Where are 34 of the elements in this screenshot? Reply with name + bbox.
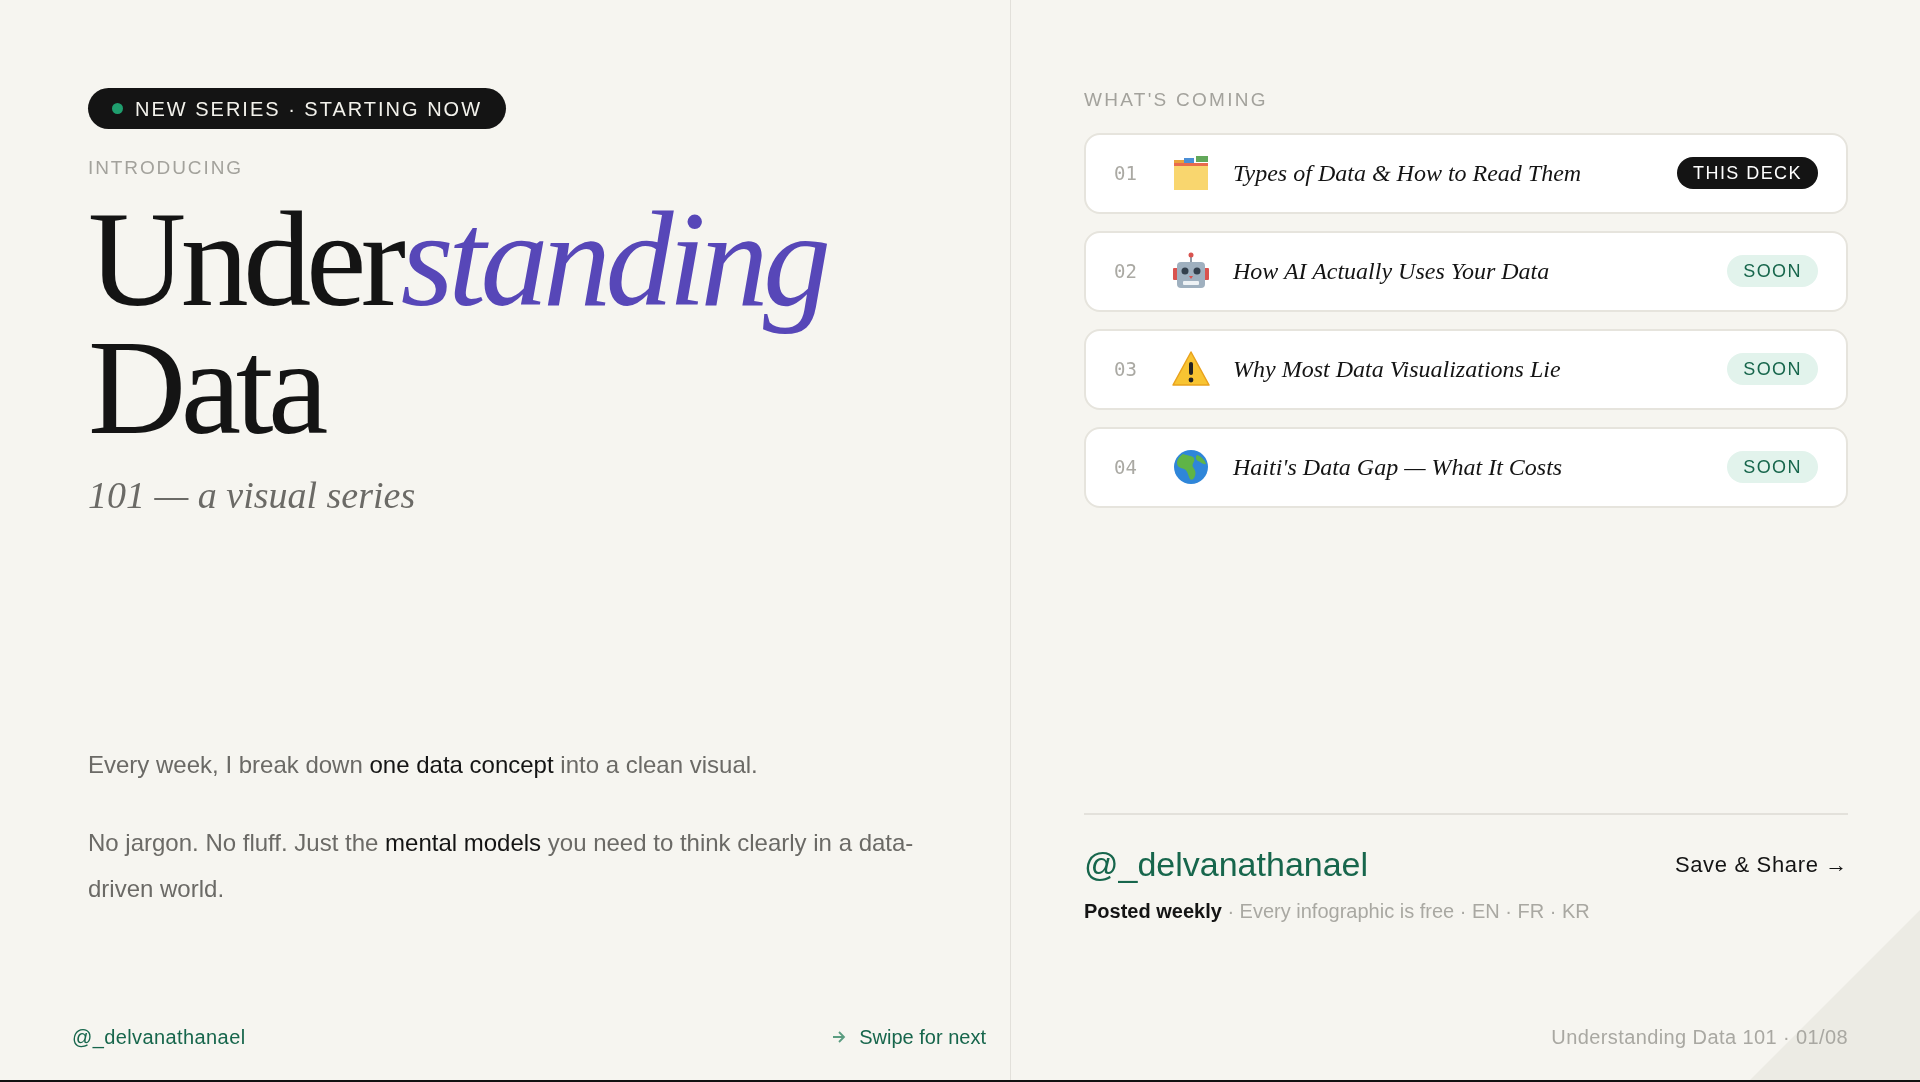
series-card[interactable]: 02 How AI Actually Uses Your Data SOON (1084, 230, 1848, 312)
section-heading: WHAT'S COMING (1084, 88, 1269, 112)
body-paragraph: No jargon. No fluff. Just the mental models you need to think clearly in a data-driven world. (88, 828, 915, 904)
arrow-right-icon (831, 1029, 848, 1045)
series-card[interactable]: 01 Types of Data & How to Read Them THIS DECK (1084, 132, 1848, 214)
author-handle[interactable]: @_delvanathanael (1084, 839, 1369, 890)
robot-icon (1172, 252, 1210, 290)
folder-icon (1172, 154, 1210, 192)
body-paragraph: Every week, I break down one data concept into a clean visual. (88, 750, 759, 780)
details-text: · Every infographic is free · EN · FR · KR (1226, 899, 1590, 924)
status-tag: SOON (1727, 255, 1818, 287)
item-number: 02 (1114, 258, 1138, 284)
item-number: 01 (1114, 160, 1138, 186)
item-title: Haiti's Data Gap — What It Costs (1233, 453, 1564, 482)
warning-icon (1172, 350, 1210, 388)
series-card[interactable]: 03 Why Most Data Visualizations Lie SOON (1084, 328, 1848, 410)
status-tag: SOON (1727, 451, 1818, 483)
item-title: Why Most Data Visualizations Lie (1233, 355, 1562, 384)
globe-icon (1172, 448, 1210, 486)
deck-page-label: Understanding Data 101 · 01/08 (1551, 1025, 1848, 1050)
item-number: 04 (1114, 454, 1138, 480)
status-tag: SOON (1727, 353, 1818, 385)
status-tag: THIS DECK (1677, 157, 1818, 189)
item-title: How AI Actually Uses Your Data (1233, 257, 1551, 286)
schedule-label: Posted weekly (1084, 899, 1222, 924)
swipe-next-link[interactable]: Swipe for next (831, 1022, 986, 1052)
eyebrow-label: INTRODUCING (88, 156, 244, 180)
subtitle: 101 — a visual series (88, 472, 416, 518)
save-share-link[interactable]: Save & Share → (1674, 848, 1848, 881)
item-title: Types of Data & How to Read Them (1233, 159, 1583, 188)
series-card[interactable]: 04 Haiti's Data Gap — What It Costs SOON (1084, 426, 1848, 508)
author-handle[interactable]: @_delvanathanael (72, 1022, 246, 1052)
item-number: 03 (1114, 356, 1138, 382)
series-badge: NEW SERIES · STARTING NOW (88, 88, 507, 129)
